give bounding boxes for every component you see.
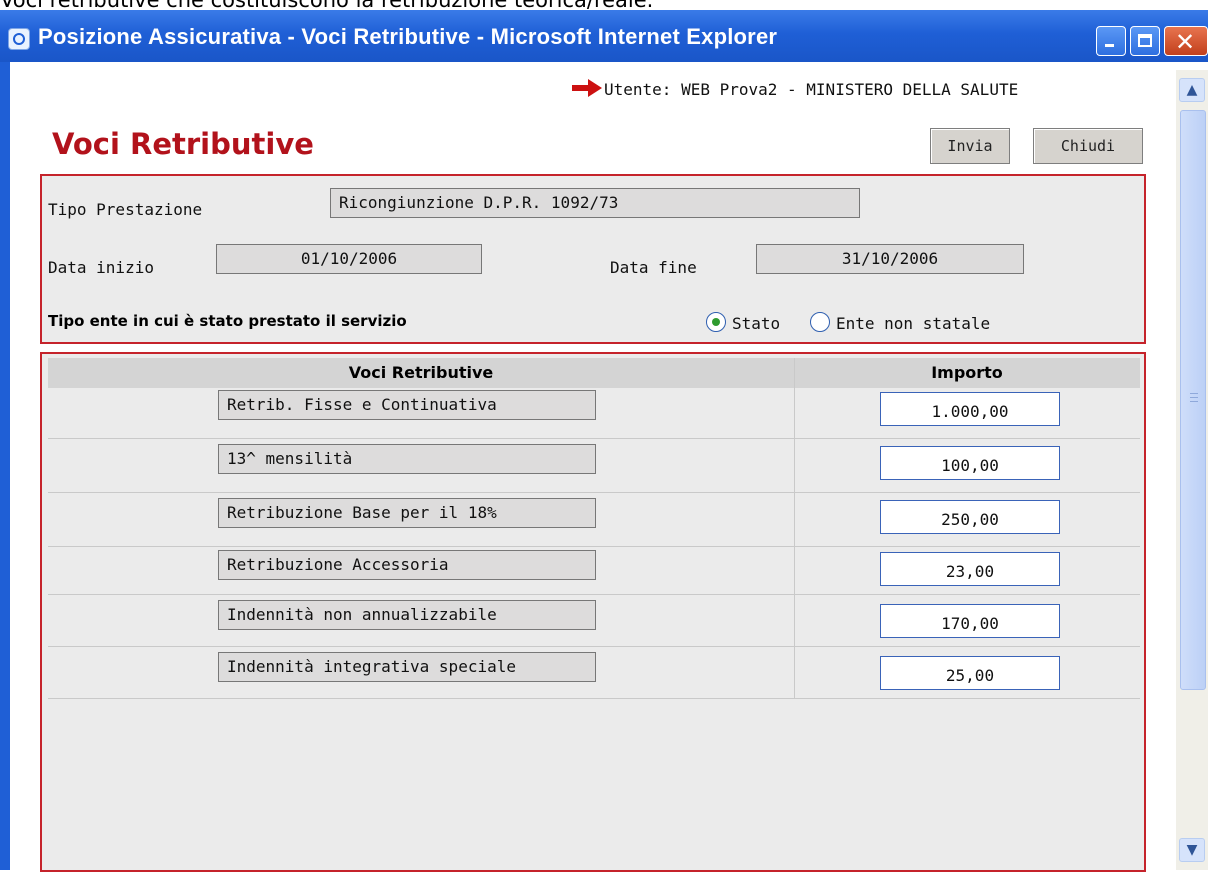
row-divider <box>48 492 1140 493</box>
chevron-down-icon: ▼ <box>1186 842 1198 858</box>
radio-ente-non-statale[interactable] <box>810 312 830 332</box>
row-divider <box>48 698 1140 699</box>
tipo-prestazione-field: Ricongiunzione D.P.R. 1092/73 <box>330 188 860 218</box>
grip-line <box>1190 401 1198 402</box>
voce-field: Retrib. Fisse e Continuativa <box>218 390 596 420</box>
importo-input[interactable]: 250,00 <box>880 500 1060 534</box>
page-title: Voci Retributive <box>52 127 314 161</box>
importo-input[interactable]: 23,00 <box>880 552 1060 586</box>
tipo-ente-label: Tipo ente in cui è stato prestato il ser… <box>48 312 407 330</box>
radio-stato[interactable] <box>706 312 726 332</box>
user-info: Utente: WEB Prova2 - MINISTERO DELLA SAL… <box>604 80 1019 99</box>
column-divider <box>794 358 795 698</box>
minimize-button[interactable] <box>1096 26 1126 56</box>
grip-line <box>1190 393 1198 394</box>
grip-line <box>1190 397 1198 398</box>
window-titlebar[interactable]: Posizione Assicurativa - Voci Retributiv… <box>0 10 1208 62</box>
send-button[interactable]: Invia <box>930 128 1010 164</box>
data-fine-label: Data fine <box>610 258 697 277</box>
row-divider <box>48 546 1140 547</box>
voce-field: Retribuzione Accessoria <box>218 550 596 580</box>
row-divider <box>48 646 1140 647</box>
importo-input[interactable]: 170,00 <box>880 604 1060 638</box>
service-info-panel: Tipo Prestazione Ricongiunzione D.P.R. 1… <box>40 174 1146 344</box>
data-inizio-field: 01/10/2006 <box>216 244 482 274</box>
table-header: Voci Retributive Importo <box>48 358 1140 388</box>
voce-field: 13^ mensilità <box>218 444 596 474</box>
vertical-scrollbar[interactable]: ▲ ▼ <box>1176 70 1208 870</box>
page-content: Utente: WEB Prova2 - MINISTERO DELLA SAL… <box>10 70 1176 872</box>
header-importo: Importo <box>931 363 1003 382</box>
importo-input[interactable]: 1.000,00 <box>880 392 1060 426</box>
red-arrow-icon <box>572 79 602 97</box>
close-window-button[interactable]: ✕ <box>1164 26 1208 56</box>
row-divider <box>48 438 1140 439</box>
window-title: Posizione Assicurativa - Voci Retributiv… <box>38 24 778 49</box>
scroll-down-button[interactable]: ▼ <box>1179 838 1205 862</box>
maximize-button[interactable] <box>1130 26 1160 56</box>
scroll-up-button[interactable]: ▲ <box>1179 78 1205 102</box>
data-fine-field: 31/10/2006 <box>756 244 1024 274</box>
voce-field: Indennità non annualizzabile <box>218 600 596 630</box>
radio-stato-label: Stato <box>732 314 781 333</box>
importo-input[interactable]: 25,00 <box>880 656 1060 690</box>
voce-field: Indennità integrativa speciale <box>218 652 596 682</box>
tipo-prestazione-label: Tipo Prestazione <box>48 200 203 219</box>
data-inizio-label: Data inizio <box>48 258 154 277</box>
close-button[interactable]: Chiudi <box>1033 128 1143 164</box>
voci-table-panel: Voci Retributive Importo Retrib. Fisse e… <box>40 352 1146 872</box>
window-frame <box>0 62 10 870</box>
radio-ente-non-statale-label: Ente non statale <box>836 314 991 333</box>
row-divider <box>48 594 1140 595</box>
scrollbar-thumb[interactable] <box>1180 110 1206 690</box>
close-icon: ✕ <box>1175 28 1196 56</box>
ie-icon <box>8 28 30 50</box>
header-voci: Voci Retributive <box>348 363 494 382</box>
chevron-up-icon: ▲ <box>1186 82 1198 98</box>
importo-input[interactable]: 100,00 <box>880 446 1060 480</box>
voce-field: Retribuzione Base per il 18% <box>218 498 596 528</box>
